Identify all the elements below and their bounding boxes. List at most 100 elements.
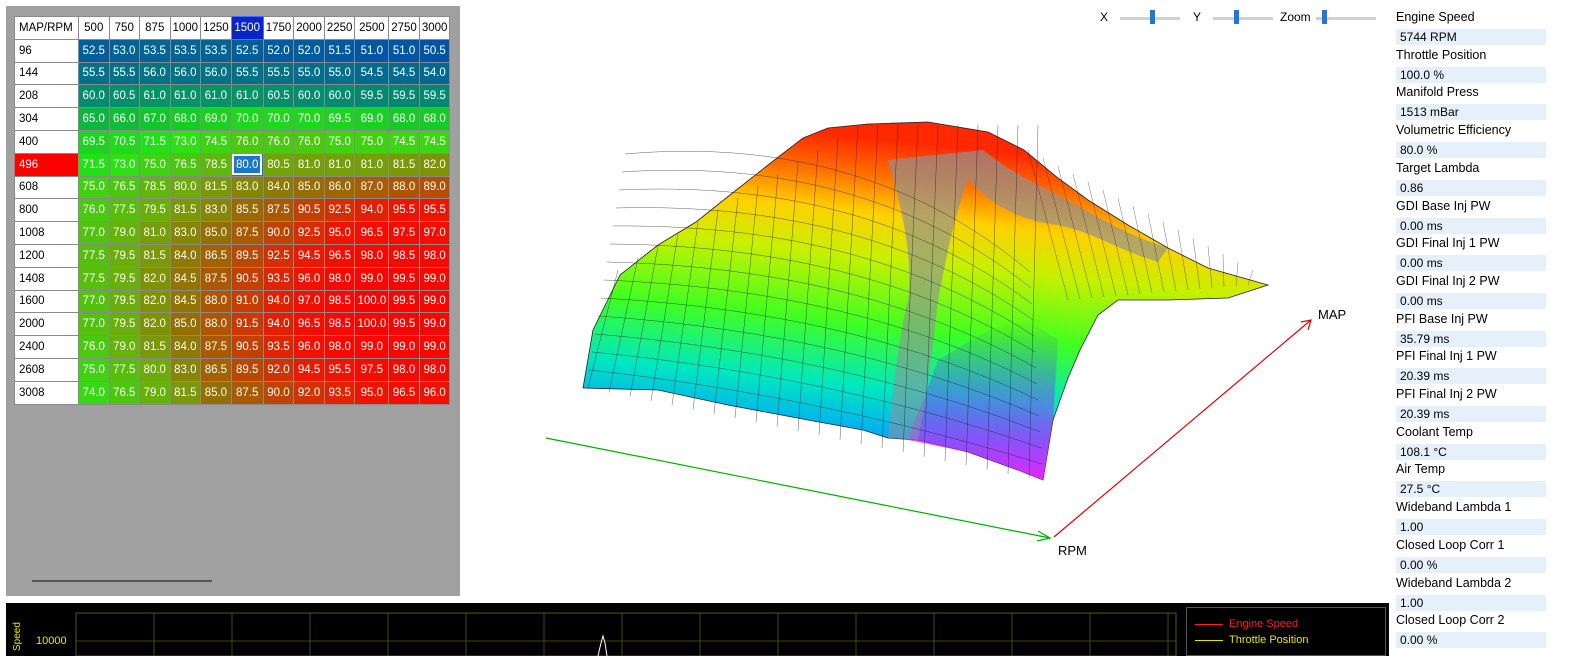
ve-cell[interactable]: 73.0 <box>108 152 140 177</box>
ve-cell[interactable]: 96.5 <box>293 312 325 337</box>
ve-cell[interactable]: 82.0 <box>139 266 171 291</box>
ve-cell[interactable]: 68.0 <box>418 107 451 131</box>
ve-cell[interactable]: 75.0 <box>354 129 390 154</box>
ve-cell[interactable]: 55.5 <box>230 61 264 86</box>
ve-cell[interactable]: 89.5 <box>230 243 264 268</box>
ve-cell[interactable]: 80.5 <box>262 152 295 177</box>
ve-cell[interactable]: 81.5 <box>169 380 202 405</box>
ve-cell[interactable]: 55.5 <box>78 61 110 86</box>
ve-cell[interactable]: 79.0 <box>139 380 171 405</box>
ve-cell[interactable]: 81.5 <box>139 335 171 359</box>
table-horizontal-scrollbar[interactable] <box>32 580 212 582</box>
ve-cell[interactable]: 87.5 <box>230 380 264 405</box>
ve-cell[interactable]: 77.0 <box>78 221 110 245</box>
ve-cell[interactable]: 94.0 <box>354 198 390 223</box>
ve-cell[interactable]: 51.5 <box>323 38 356 63</box>
ve-cell[interactable]: 88.0 <box>200 289 232 314</box>
map-row-header[interactable]: 400 <box>14 129 79 154</box>
map-row-header[interactable]: 800 <box>14 198 79 223</box>
ve-cell[interactable]: 94.0 <box>262 312 295 337</box>
map-row-header[interactable]: 496 <box>14 152 79 177</box>
ve-cell[interactable]: 89.0 <box>418 175 451 200</box>
ve-cell[interactable]: 86.5 <box>200 243 232 268</box>
map-row-header[interactable]: 2608 <box>14 357 79 382</box>
ve-cell[interactable]: 81.5 <box>200 175 232 200</box>
ve-cell[interactable]: 79.5 <box>139 198 171 223</box>
3d-surface-view[interactable]: RPM MAP <box>468 0 1388 600</box>
ve-cell[interactable]: 99.0 <box>418 335 451 359</box>
ve-cell[interactable]: 93.5 <box>262 335 295 359</box>
ve-cell[interactable]: 98.0 <box>354 243 390 268</box>
ve-cell[interactable]: 59.5 <box>418 84 451 109</box>
ve-cell[interactable]: 87.5 <box>262 198 295 223</box>
ve-cell[interactable]: 89.5 <box>230 357 264 382</box>
ve-cell[interactable]: 51.0 <box>354 38 390 63</box>
ve-cell[interactable]: 99.0 <box>388 335 420 359</box>
ve-cell[interactable]: 99.5 <box>388 266 420 291</box>
ve-cell[interactable]: 99.0 <box>418 266 451 291</box>
ve-cell[interactable]: 52.5 <box>230 38 264 63</box>
ve-cell[interactable]: 69.0 <box>200 107 232 131</box>
ve-cell[interactable]: 52.5 <box>78 38 110 63</box>
ve-cell[interactable]: 96.0 <box>293 335 325 359</box>
ve-cell[interactable]: 73.0 <box>169 129 202 154</box>
ve-cell[interactable]: 95.5 <box>418 198 451 223</box>
ve-cell[interactable]: 99.0 <box>418 289 451 314</box>
ve-cell[interactable]: 90.5 <box>230 266 264 291</box>
ve-cell[interactable]: 68.0 <box>169 107 202 131</box>
map-row-header[interactable]: 2400 <box>14 335 79 359</box>
ve-cell[interactable]: 76.0 <box>78 335 110 359</box>
ve-cell[interactable]: 79.0 <box>108 221 140 245</box>
ve-cell[interactable]: 92.5 <box>323 198 356 223</box>
ve-cell[interactable]: 83.0 <box>169 221 202 245</box>
ve-cell[interactable]: 90.0 <box>262 380 295 405</box>
ve-cell[interactable]: 80.0 <box>169 175 202 200</box>
ve-cell[interactable]: 60.5 <box>108 84 140 109</box>
ve-cell[interactable]: 96.5 <box>354 221 390 245</box>
ve-cell[interactable]: 95.0 <box>354 380 390 405</box>
ve-cell[interactable]: 81.0 <box>354 152 390 177</box>
rpm-column-header[interactable]: 2250 <box>323 16 356 40</box>
ve-cell[interactable]: 91.5 <box>230 312 264 337</box>
ve-cell[interactable]: 80.0 <box>230 152 264 177</box>
ve-cell[interactable]: 60.0 <box>293 84 325 109</box>
ve-cell[interactable]: 76.0 <box>262 129 295 154</box>
ve-cell[interactable]: 75.0 <box>78 175 110 200</box>
ve-cell[interactable]: 84.5 <box>169 266 202 291</box>
ve-cell[interactable]: 61.0 <box>139 84 171 109</box>
ve-cell[interactable]: 60.0 <box>78 84 110 109</box>
ve-cell[interactable]: 87.5 <box>200 266 232 291</box>
map-row-header[interactable]: 608 <box>14 175 79 200</box>
ve-cell[interactable]: 76.0 <box>78 198 110 223</box>
ve-cell[interactable]: 53.5 <box>139 38 171 63</box>
ve-cell[interactable]: 68.0 <box>388 107 420 131</box>
ve-cell[interactable]: 76.0 <box>230 129 264 154</box>
ve-cell[interactable]: 61.0 <box>200 84 232 109</box>
ve-cell[interactable]: 56.0 <box>139 61 171 86</box>
ve-cell[interactable]: 60.5 <box>262 84 295 109</box>
rpm-column-header[interactable]: 875 <box>139 16 171 40</box>
ve-cell[interactable]: 69.5 <box>323 107 356 131</box>
ve-cell[interactable]: 81.5 <box>388 152 420 177</box>
ve-cell[interactable]: 75.0 <box>78 357 110 382</box>
ve-cell[interactable]: 70.0 <box>293 107 325 131</box>
ve-cell[interactable]: 80.0 <box>139 357 171 382</box>
ve-cell[interactable]: 67.0 <box>139 107 171 131</box>
ve-cell[interactable]: 98.5 <box>323 312 356 337</box>
ve-cell[interactable]: 70.0 <box>262 107 295 131</box>
ve-cell[interactable]: 75.0 <box>323 129 356 154</box>
map-row-header[interactable]: 144 <box>14 61 79 86</box>
rpm-column-header[interactable]: 2750 <box>388 16 420 40</box>
ve-cell[interactable]: 81.0 <box>323 152 356 177</box>
ve-cell[interactable]: 52.0 <box>262 38 295 63</box>
rpm-column-header[interactable]: 750 <box>108 16 140 40</box>
ve-cell[interactable]: 77.5 <box>108 357 140 382</box>
ve-cell[interactable]: 95.0 <box>323 221 356 245</box>
ve-cell[interactable]: 82.0 <box>139 289 171 314</box>
ve-cell[interactable]: 69.0 <box>354 107 390 131</box>
ve-cell[interactable]: 100.0 <box>354 289 390 314</box>
ve-cell[interactable]: 82.0 <box>139 312 171 337</box>
ve-cell[interactable]: 53.0 <box>108 38 140 63</box>
ve-cell[interactable]: 60.0 <box>323 84 356 109</box>
ve-cell[interactable]: 85.5 <box>230 198 264 223</box>
